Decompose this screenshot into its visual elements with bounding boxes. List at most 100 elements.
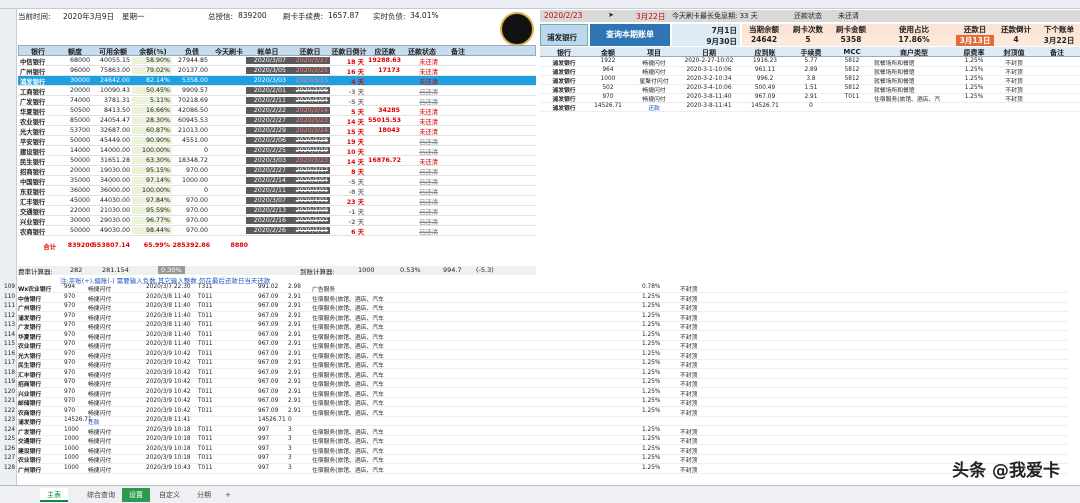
list-item[interactable]: 118 汇丰银行 970 畅捷闪付 2020/3/9 10:42 T011 967.09 2.… [4, 369, 1068, 379]
available: 49030.00 [99, 227, 130, 234]
bill-row[interactable]: 浦发银行 1000 星聚付闪付 2020-3-2-10:34 996.2 3.8 5812 就… [540, 76, 1080, 85]
txn-cell: 2020/3/8 11:40 [146, 293, 191, 300]
list-item[interactable]: 112 浦发银行 970 畅捷闪付 2020/3/8 11:40 T011 967.09 2.… [4, 313, 1068, 322]
list-item[interactable]: 123 浦发银行 14526.71 还款 2020/3/8 11:41 14526.71 0 [4, 417, 1068, 426]
table-row[interactable]: 中国银行 35000 34000.00 97.14% 1000.00 2020/2/14 2… [18, 176, 536, 186]
credit-limit: 45000 [69, 197, 90, 204]
tab-3[interactable]: 设置 [122, 488, 150, 502]
list-item[interactable]: 125 交通银行 1000 畅捷闪付 2020/3/9 10:18 T011 997 3 住宿服… [4, 436, 1068, 445]
bank-select[interactable]: 浦发银行 [547, 32, 577, 43]
bill-cell: 2.89 [804, 67, 818, 73]
query-bill-button[interactable]: 查询本期账单 [590, 24, 670, 46]
table-row[interactable]: 兴业银行 30000 29030.00 96.77% 970.00 2020/2/16 20… [18, 216, 536, 226]
fee-label: 刷卡手续费: [283, 12, 324, 21]
list-item[interactable]: 122 农商银行 970 畅捷闪付 2020/3/9 10:42 T011 967.09 2.… [4, 407, 1068, 417]
txn-cell: 广告服务 [312, 287, 336, 293]
bill-cell: 不封顶 [1005, 61, 1023, 67]
state-label: 还款状态 [794, 12, 822, 20]
bill-row[interactable]: 浦发银行 502 畅捷闪付 2020-3-4-10:06 500.49 1.51 5812 就… [540, 85, 1080, 94]
list-item[interactable]: 124 广发银行 1000 畅捷闪付 2020/3/9 10:18 T011 997 3 住宿服… [4, 427, 1068, 436]
list-item[interactable]: 126 建设银行 1000 畅捷闪付 2020/3/9 10:18 T011 997 3 住宿服… [4, 446, 1068, 455]
table-row[interactable]: 光大银行 53700 32687.00 60.87% 21013.00 2020/2/29… [18, 126, 536, 136]
list-item[interactable]: 117 民生银行 970 畅捷闪付 2020/3/9 10:42 T011 967.09 2.… [4, 360, 1068, 369]
table-row[interactable]: 交通银行 22000 21030.00 95.59% 970.00 2020/2/13 20… [18, 206, 536, 216]
table-row[interactable]: 农商银行 50000 49030.00 98.44% 970.00 2020/2/26 20… [18, 226, 536, 236]
summary-label: 当期余额 [742, 24, 786, 35]
txn-cell: 109 [4, 284, 16, 290]
countdown: 15 天 [346, 129, 364, 136]
summary-value: 5 [786, 35, 830, 46]
calc-d[interactable]: 1000 [358, 266, 375, 274]
list-item[interactable]: 113 广发银行 970 畅捷闪付 2020/3/8 11:40 T011 967.09 2.… [4, 322, 1068, 331]
list-item[interactable]: 114 华夏银行 970 畅捷闪付 2020/3/8 11:40 T011 967.09 2.… [4, 331, 1068, 341]
available: 32687.00 [99, 127, 130, 134]
table-row[interactable]: 工商银行 20000 10090.43 50.45% 9909.57 2020/2/01 2… [18, 86, 536, 96]
txn-cell: 住宿服务(旅馆、酒店、汽车 [312, 372, 384, 379]
list-item[interactable]: 116 光大银行 970 畅捷闪付 2020/3/9 10:42 T011 967.09 2.… [4, 350, 1068, 360]
bill-cell: 502 [602, 85, 614, 91]
due-date: 2020/3/04 [288, 177, 330, 184]
txn-cell: 2.91 [288, 350, 301, 357]
table-row[interactable]: 平安银行 50000 45449.00 90.90% 4551.00 2020/2/06 2… [18, 136, 536, 146]
table-row[interactable]: 中信银行 68000 40055.15 58.90% 27944.85 2020/3/07… [18, 56, 536, 66]
tab-1[interactable]: 主表 [40, 488, 68, 502]
table-row[interactable]: 招商银行 20000 19030.00 95.15% 970.00 2020/2/27 20… [18, 166, 536, 176]
txn-cell: 967.09 [258, 369, 279, 376]
txn-cell: T011 [198, 303, 213, 309]
txn-cell: 还款 [88, 420, 100, 426]
bill-row[interactable]: 浦发银行 970 畅捷闪付 2020-3-8-11:40 967.09 2.91 T011 住… [540, 94, 1080, 103]
table-row[interactable]: 浦发银行 30000 24642.00 82.14% 5358.00 2020/3/03 2… [18, 76, 536, 86]
calc-a[interactable]: 282 [70, 266, 82, 274]
txn-cell: 1.25% [642, 322, 661, 328]
table-row[interactable]: 华夏银行 50500 8413.50 16.66% 42086.50 2020/2/22 2… [18, 106, 536, 116]
txn-cell: 1.25% [642, 331, 661, 338]
list-item[interactable]: 128 广州银行 1000 畅捷闪付 2020/3/9 10:43 T011 997 3 住宿服… [4, 465, 1068, 474]
txn-cell: 畅捷闪付 [88, 410, 112, 417]
table-row[interactable]: 东亚银行 36000 36000.00 100.00% 0 2020/2/11 2020/3… [18, 186, 536, 196]
txn-cell: 970 [64, 350, 76, 357]
add-sheet-button[interactable]: + [218, 488, 238, 502]
bank-select-cell[interactable]: 浦发银行 [540, 24, 588, 46]
txn-cell: T011 [198, 407, 213, 414]
bill-row[interactable]: 浦发银行 964 畅捷闪付 2020-3-1-10:06 961.11 2.89 5812 就… [540, 67, 1080, 76]
tab-5[interactable]: 分期 [190, 488, 218, 502]
bill-row[interactable]: 浦发银行 14526.71 还款 2020-3-8-11:41 14526.71 0 [540, 103, 1080, 112]
txn-cell: 广州银行 [18, 306, 42, 312]
bill-cell: 2020-3-8-11:41 [686, 103, 732, 109]
txn-cell: 126 [4, 445, 16, 452]
list-item[interactable]: 120 兴业银行 970 畅捷闪付 2020/3/9 10:42 T011 967.09 2.… [4, 389, 1068, 398]
table-row[interactable]: 农业银行 85000 24054.47 28.30% 60945.53 2020/2/27… [18, 116, 536, 126]
balance-pct: 90.90% [132, 137, 172, 144]
txn-cell: 畅捷闪付 [88, 363, 112, 369]
txn-cell: 不封顶 [680, 382, 698, 388]
bill-cell: 不封顶 [1005, 97, 1023, 103]
list-item[interactable]: 127 农业银行 1000 畅捷闪付 2020/3/9 10:18 T011 997 3 住宿服… [4, 455, 1068, 464]
bill-row[interactable]: 浦发银行 1922 畅捷闪付 2020-2-27-10:02 1916.23 5.77 58… [540, 58, 1080, 67]
list-item[interactable]: 109 Wx农业银行 994 畅捷闪付 2020/3/7 22:30 T311 991.02… [4, 284, 1068, 293]
tab-2[interactable]: 综合查询 [80, 488, 122, 502]
list-item[interactable]: 111 广州银行 970 畅捷闪付 2020/3/8 11:40 T011 967.09 2.… [4, 303, 1068, 312]
txn-cell: 970 [64, 369, 76, 376]
txn-cell: 113 [4, 322, 16, 328]
table-row[interactable]: 广发银行 74000 3781.31 5.11% 70218.69 2020/2/11 20… [18, 96, 536, 106]
bill-cell: 1.25% [964, 76, 984, 82]
bill-cell: 就餐场所和餐馆 [874, 88, 915, 94]
txn-cell: 2020/3/8 11:41 [146, 417, 191, 423]
table-row[interactable]: 广州银行 96000 75863.00 79.02% 20137.00 2020/3/05… [18, 66, 536, 76]
countdown: -5 天 [348, 99, 364, 106]
list-item[interactable]: 115 农业银行 970 畅捷闪付 2020/3/8 11:40 T011 967.09 2.… [4, 341, 1068, 350]
list-item[interactable]: 121 邮储银行 970 畅捷闪付 2020/3/9 10:42 T011 967.09 2.… [4, 398, 1068, 407]
bill-cell: 3.8 [806, 76, 816, 82]
list-item[interactable]: 110 中信银行 970 畅捷闪付 2020/3/8 11:40 T011 967.09 2.… [4, 293, 1068, 303]
debt: 9909.57 [181, 87, 208, 94]
balance-pct: 82.14% [132, 77, 172, 84]
table-row[interactable]: 民生银行 50000 31651.28 63.30% 18348.72 2020/3/03… [18, 156, 536, 166]
table-row[interactable]: 建设银行 14000 14000.00 100.00% 0 2020/2/25 2020/3… [18, 146, 536, 156]
tab-4[interactable]: 自定义 [152, 488, 187, 502]
list-item[interactable]: 119 招商银行 970 畅捷闪付 2020/3/9 10:42 T011 967.09 2.… [4, 379, 1068, 388]
arrow-icon: ➤ [608, 11, 614, 19]
txn-cell: 民生银行 [18, 363, 42, 369]
table-row[interactable]: 汇丰银行 45000 44030.00 97.84% 970.00 2020/3/07 20… [18, 196, 536, 206]
current-date: 2020年3月9日 [63, 12, 115, 21]
credit-limit: 36000 [69, 187, 90, 194]
